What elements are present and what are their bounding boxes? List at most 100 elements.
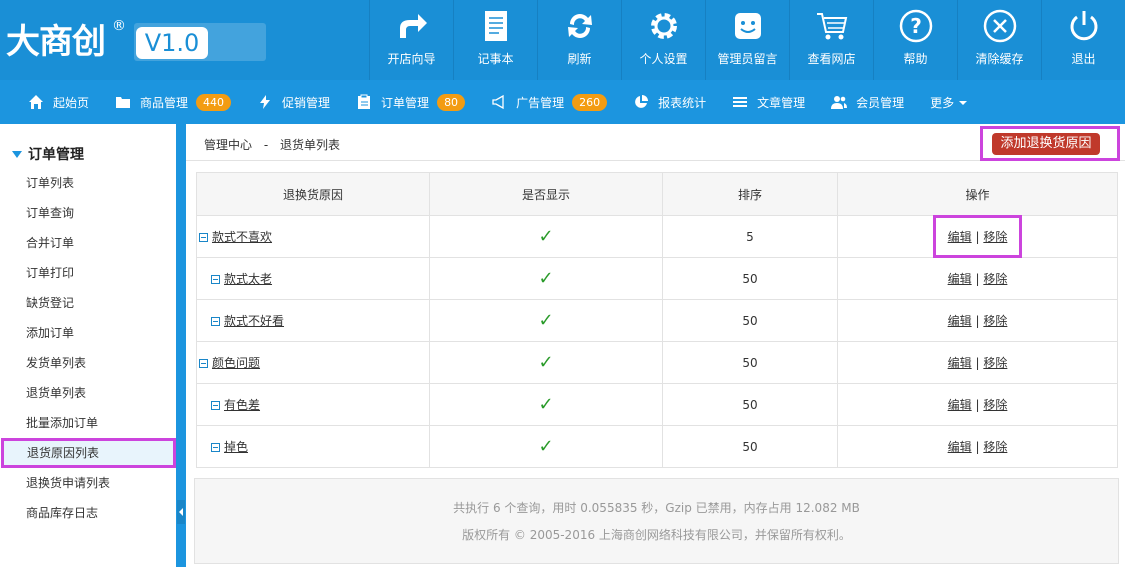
subnav-label: 更多 — [930, 95, 955, 110]
footer-stats: 共执行 6 个查询，用时 0.055835 秒，Gzip 已禁用，内存占用 12… — [453, 501, 860, 515]
subnav-more[interactable]: 更多 — [930, 80, 968, 124]
subnav-ads[interactable]: 广告管理 260 — [491, 80, 608, 124]
sidebar-item-add-order[interactable]: 添加订单 — [0, 318, 176, 348]
remove-link[interactable]: 移除 — [983, 272, 1007, 286]
collapse-icon[interactable] — [211, 401, 220, 410]
check-icon[interactable]: ✓ — [538, 310, 553, 331]
column-header-reason: 退换货原因 — [196, 172, 430, 216]
collapse-icon[interactable] — [211, 275, 220, 284]
check-icon[interactable]: ✓ — [538, 352, 553, 373]
actions-cell: 编辑 | 移除 — [837, 383, 1118, 426]
topnav-view-store[interactable]: 查看网店 — [789, 0, 873, 80]
edit-link[interactable]: 编辑 — [948, 272, 972, 286]
remove-link[interactable]: 移除 — [983, 356, 1007, 370]
return-reasons-table: 退换货原因 是否显示 排序 操作 款式不喜欢 ✓ 5 编辑 | 移除 款式太老 … — [196, 172, 1118, 468]
sidebar-item-order-query[interactable]: 订单查询 — [0, 198, 176, 228]
edit-link[interactable]: 编辑 — [948, 356, 972, 370]
edit-link[interactable]: 编辑 — [948, 440, 972, 454]
check-icon[interactable]: ✓ — [538, 436, 553, 457]
top-nav: 开店向导 记事本 刷新 个人设置 管理员留言 查看网店 ? 帮助 清除缓存 退出 — [369, 0, 1125, 80]
reason-name[interactable]: 掉色 — [224, 440, 248, 454]
remove-link[interactable]: 移除 — [983, 440, 1007, 454]
sidebar-item-return-reasons[interactable]: 退货原因列表 — [1, 438, 176, 468]
reason-cell: 款式不好看 — [196, 299, 430, 342]
edit-link[interactable]: 编辑 — [948, 398, 972, 412]
add-return-reason-button[interactable]: 添加退换货原因 — [992, 133, 1100, 155]
logo-text: 大商创 — [6, 22, 106, 62]
check-icon[interactable]: ✓ — [538, 268, 553, 289]
topnav-notepad[interactable]: 记事本 — [453, 0, 537, 80]
reason-name[interactable]: 款式不喜欢 — [212, 230, 272, 244]
sort-cell[interactable]: 50 — [662, 299, 838, 342]
gear-icon — [650, 13, 677, 39]
shown-cell: ✓ — [429, 425, 663, 468]
subnav-reports[interactable]: 报表统计 — [633, 80, 706, 124]
subnav-label: 商品管理 — [140, 95, 189, 110]
sidebar-item-stock-log[interactable]: 商品库存日志 — [0, 498, 176, 528]
sidebar-item-delivery-list[interactable]: 发货单列表 — [0, 348, 176, 378]
topnav-label: 查看网店 — [807, 52, 856, 66]
topnav-logout[interactable]: 退出 — [1041, 0, 1125, 80]
sidebar-collapse-toggle[interactable] — [177, 500, 185, 524]
topnav-label: 开店向导 — [387, 52, 436, 66]
shown-cell: ✓ — [429, 215, 663, 258]
actions-cell: 编辑 | 移除 — [837, 425, 1118, 468]
check-icon[interactable]: ✓ — [538, 226, 553, 247]
sort-cell[interactable]: 5 — [662, 215, 838, 258]
topnav-refresh[interactable]: 刷新 — [537, 0, 621, 80]
add-button-highlight: 添加退换货原因 — [980, 126, 1120, 161]
caret-down-icon — [959, 101, 968, 105]
sidebar-item-merge-orders[interactable]: 合并订单 — [0, 228, 176, 258]
remove-link[interactable]: 移除 — [983, 314, 1007, 328]
reason-name[interactable]: 款式太老 — [224, 272, 272, 286]
topnav-clear-cache[interactable]: 清除缓存 — [957, 0, 1041, 80]
subnav-members[interactable]: 会员管理 — [831, 80, 904, 124]
edit-link[interactable]: 编辑 — [948, 230, 972, 244]
subnav-promotion[interactable]: 促销管理 — [257, 80, 330, 124]
version-box: V1.0 — [134, 23, 266, 61]
reason-name[interactable]: 颜色问题 — [212, 356, 260, 370]
topnav-personal-settings[interactable]: 个人设置 — [621, 0, 705, 80]
action-separator: | — [975, 398, 980, 412]
subnav-articles[interactable]: 文章管理 — [732, 80, 805, 124]
reason-cell: 款式太老 — [196, 257, 430, 300]
subnav-goods[interactable]: 商品管理 440 — [115, 80, 232, 124]
reason-cell: 掉色 — [196, 425, 430, 468]
subnav-home[interactable]: 起始页 — [28, 80, 89, 124]
sort-cell[interactable]: 50 — [662, 257, 838, 300]
topnav-help[interactable]: ? 帮助 — [873, 0, 957, 80]
svg-text:?: ? — [910, 14, 922, 38]
sidebar-item-out-of-stock[interactable]: 缺货登记 — [0, 288, 176, 318]
breadcrumb-root[interactable]: 管理中心 — [204, 138, 252, 152]
collapse-icon[interactable] — [211, 317, 220, 326]
folder-icon — [116, 97, 131, 108]
remove-link[interactable]: 移除 — [983, 230, 1007, 244]
topnav-label: 清除缓存 — [975, 52, 1024, 66]
list-icon — [733, 97, 748, 107]
subnav-orders[interactable]: 订单管理 80 — [356, 80, 466, 124]
sidebar-item-order-list[interactable]: 订单列表 — [0, 168, 176, 198]
remove-link[interactable]: 移除 — [983, 398, 1007, 412]
topnav-admin-message[interactable]: 管理员留言 — [705, 0, 789, 80]
sidebar-item-order-print[interactable]: 订单打印 — [0, 258, 176, 288]
cart-icon — [816, 13, 847, 40]
collapse-icon[interactable] — [211, 443, 220, 452]
sort-cell[interactable]: 50 — [662, 341, 838, 384]
reason-name[interactable]: 款式不好看 — [224, 314, 284, 328]
collapse-icon[interactable] — [199, 233, 208, 242]
sidebar-section-header[interactable]: 订单管理 — [12, 144, 84, 164]
orders-count-badge: 80 — [437, 93, 466, 111]
edit-link[interactable]: 编辑 — [948, 314, 972, 328]
topnav-label: 记事本 — [477, 52, 514, 66]
sidebar-item-return-requests[interactable]: 退换货申请列表 — [0, 468, 176, 498]
collapse-icon[interactable] — [199, 359, 208, 368]
check-icon[interactable]: ✓ — [538, 394, 553, 415]
breadcrumb-separator: - — [263, 138, 269, 152]
sidebar-item-batch-add-orders[interactable]: 批量添加订单 — [0, 408, 176, 438]
sort-cell[interactable]: 50 — [662, 425, 838, 468]
sidebar-item-return-list[interactable]: 退货单列表 — [0, 378, 176, 408]
subnav-label: 促销管理 — [282, 95, 331, 110]
topnav-setup-wizard[interactable]: 开店向导 — [369, 0, 453, 80]
sort-cell[interactable]: 50 — [662, 383, 838, 426]
reason-name[interactable]: 有色差 — [224, 398, 260, 412]
